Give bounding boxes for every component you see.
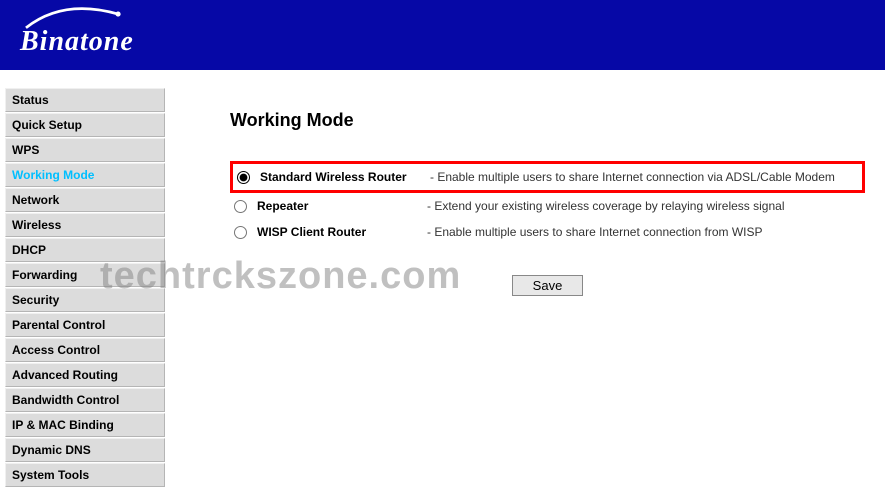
sidebar-item-ip-mac-binding[interactable]: IP & MAC Binding bbox=[5, 413, 165, 437]
save-row: Save bbox=[230, 275, 865, 296]
sidebar-item-wps[interactable]: WPS bbox=[5, 138, 165, 162]
sidebar-item-forwarding[interactable]: Forwarding bbox=[5, 263, 165, 287]
page-title: Working Mode bbox=[230, 110, 865, 131]
option-label: WISP Client Router bbox=[257, 225, 427, 239]
sidebar-item-system-tools[interactable]: System Tools bbox=[5, 463, 165, 487]
save-button[interactable]: Save bbox=[512, 275, 584, 296]
sidebar-item-dynamic-dns[interactable]: Dynamic DNS bbox=[5, 438, 165, 462]
sidebar-item-wireless[interactable]: Wireless bbox=[5, 213, 165, 237]
brand-logo: Binatone bbox=[20, 8, 134, 58]
sidebar-item-access-control[interactable]: Access Control bbox=[5, 338, 165, 362]
option-standard-wireless-router[interactable]: Standard Wireless Router - Enable multip… bbox=[230, 161, 865, 193]
main-content: Working Mode Standard Wireless Router - … bbox=[170, 70, 885, 488]
sidebar-item-bandwidth-control[interactable]: Bandwidth Control bbox=[5, 388, 165, 412]
sidebar-item-dhcp[interactable]: DHCP bbox=[5, 238, 165, 262]
option-repeater[interactable]: Repeater - Extend your existing wireless… bbox=[230, 193, 865, 219]
option-desc: - Enable multiple users to share Interne… bbox=[427, 225, 763, 239]
option-wisp-client-router[interactable]: WISP Client Router - Enable multiple use… bbox=[230, 219, 865, 245]
sidebar-item-status[interactable]: Status bbox=[5, 88, 165, 112]
option-label: Standard Wireless Router bbox=[260, 170, 430, 184]
sidebar-item-quick-setup[interactable]: Quick Setup bbox=[5, 113, 165, 137]
sidebar-item-parental-control[interactable]: Parental Control bbox=[5, 313, 165, 337]
radio-repeater[interactable] bbox=[234, 200, 247, 213]
option-desc: - Extend your existing wireless coverage… bbox=[427, 199, 785, 213]
sidebar-item-security[interactable]: Security bbox=[5, 288, 165, 312]
header-bar: Binatone bbox=[0, 0, 885, 70]
sidebar-item-advanced-routing[interactable]: Advanced Routing bbox=[5, 363, 165, 387]
radio-wisp-client-router[interactable] bbox=[234, 226, 247, 239]
working-mode-options: Standard Wireless Router - Enable multip… bbox=[230, 161, 865, 245]
option-label: Repeater bbox=[257, 199, 427, 213]
sidebar-nav: Status Quick Setup WPS Working Mode Netw… bbox=[0, 70, 170, 488]
radio-standard-wireless-router[interactable] bbox=[237, 171, 250, 184]
option-desc: - Enable multiple users to share Interne… bbox=[430, 170, 835, 184]
sidebar-item-working-mode[interactable]: Working Mode bbox=[5, 163, 165, 187]
sidebar-item-network[interactable]: Network bbox=[5, 188, 165, 212]
